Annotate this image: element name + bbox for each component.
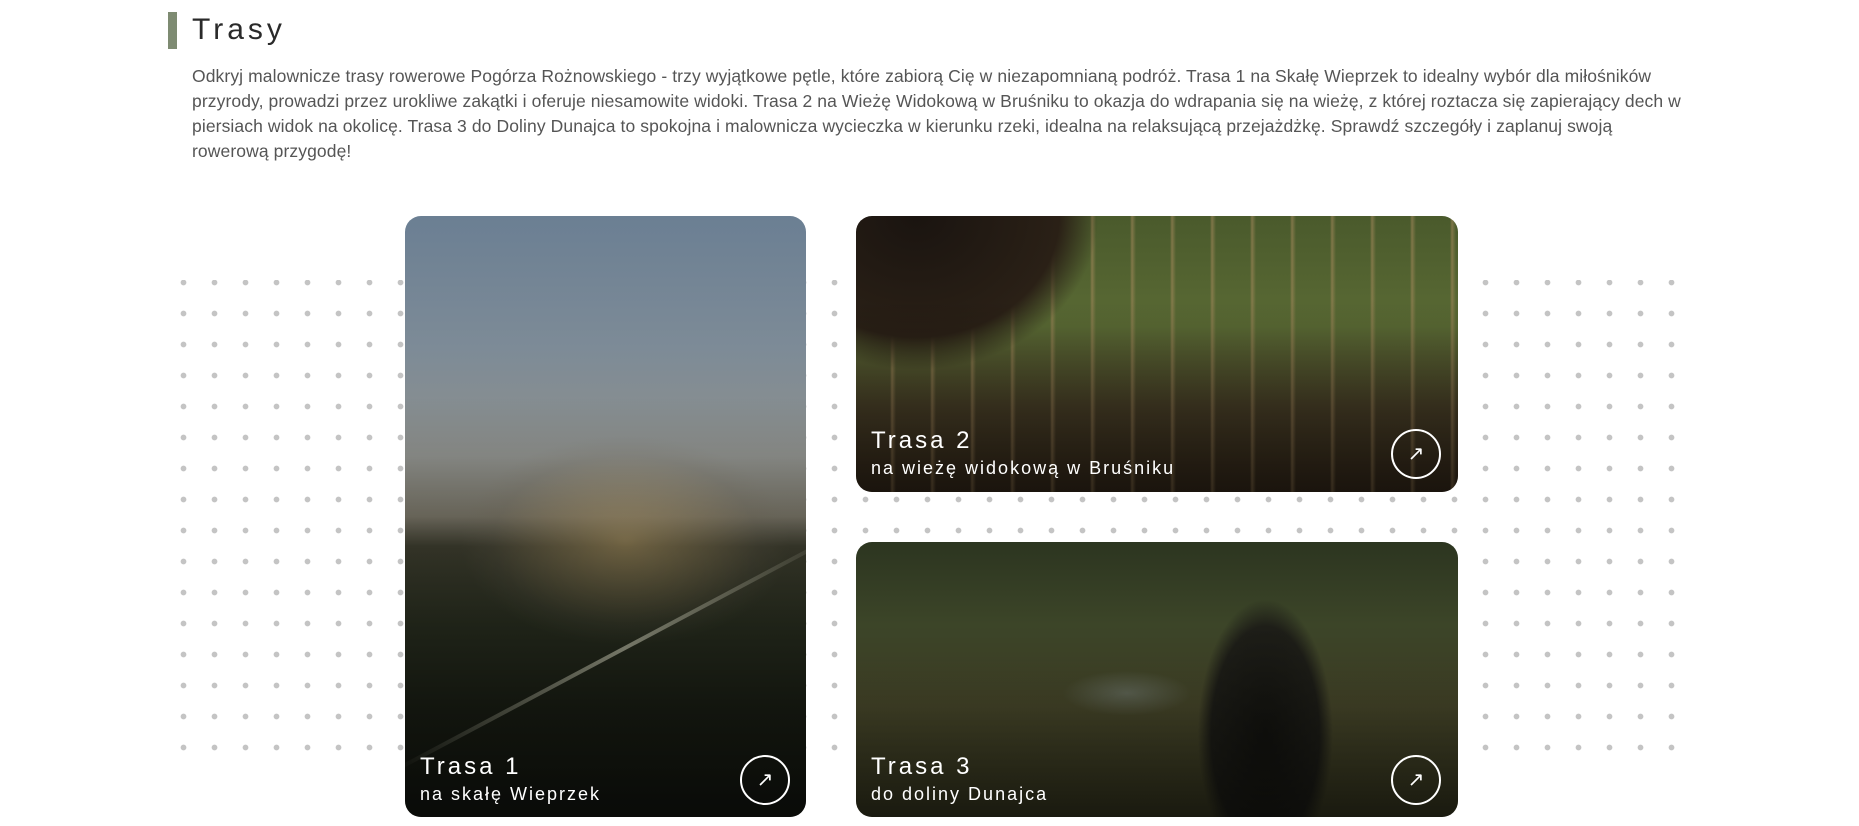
arrow-up-right-icon[interactable]: ↗: [740, 755, 790, 805]
route-card-subtitle: do doliny Dunajca: [871, 784, 1049, 804]
route-card-3[interactable]: Trasa 3 do doliny Dunajca ↗: [856, 542, 1458, 817]
route-card-title: Trasa 1: [420, 753, 522, 780]
route-card-2[interactable]: Trasa 2 na wieżę widokową w Bruśniku ↗: [856, 216, 1458, 492]
route-card-title: Trasa 2: [871, 427, 973, 454]
route-card-1[interactable]: Trasa 1 na skałę Wieprzek ↗: [405, 216, 806, 817]
section-title: Trasy: [192, 13, 286, 46]
route-card-title: Trasa 3: [871, 753, 973, 780]
route-card-subtitle: na skałę Wieprzek: [420, 784, 602, 804]
arrow-up-right-icon[interactable]: ↗: [1391, 429, 1441, 479]
arrow-up-right-icon[interactable]: ↗: [1391, 755, 1441, 805]
route-card-subtitle: na wieżę widokową w Bruśniku: [871, 458, 1176, 478]
section-accent-bar: [168, 12, 177, 49]
section-intro: Odkryj malownicze trasy rowerowe Pogórza…: [192, 66, 1681, 161]
